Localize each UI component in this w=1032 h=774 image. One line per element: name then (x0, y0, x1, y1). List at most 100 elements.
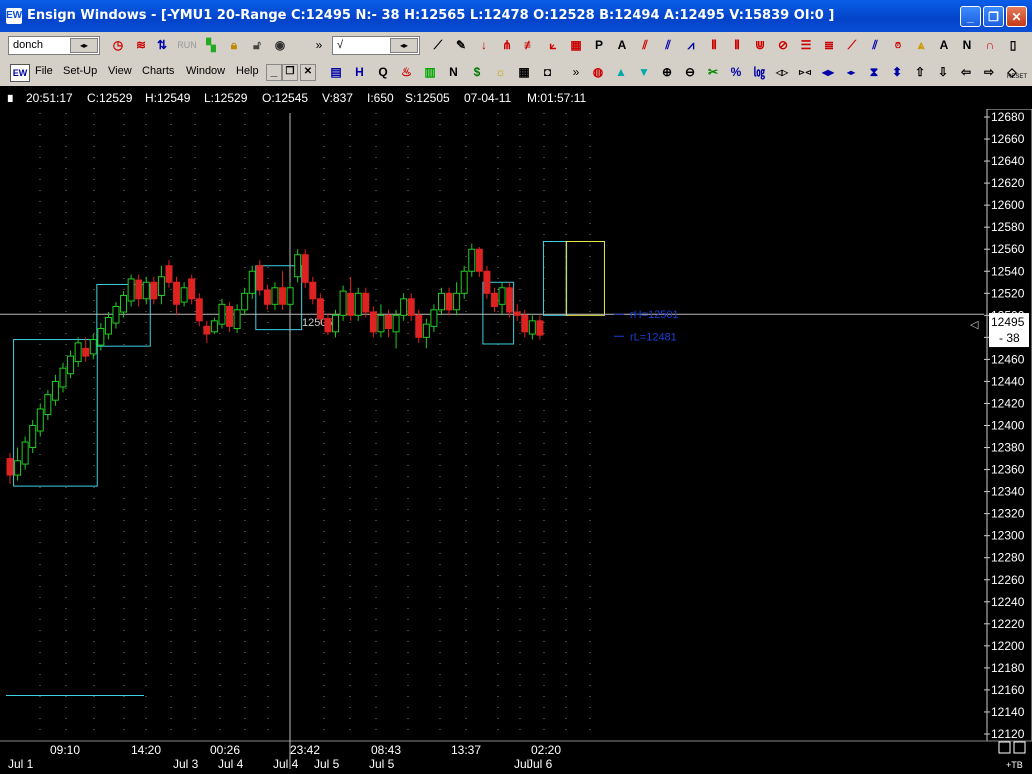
corner-box-icon-2[interactable] (1013, 741, 1026, 754)
down-triangle-icon-2[interactable]: ▼ (634, 63, 654, 82)
globe-icon[interactable]: ◉ (270, 36, 290, 55)
fire-icon-3[interactable]: ♨ (397, 63, 417, 82)
letter-q-icon-2[interactable]: Q (373, 63, 393, 82)
arrow-left-icon-16[interactable]: ⇦ (956, 63, 976, 82)
combo-arrows-icon[interactable]: ◂▸ (70, 38, 98, 53)
study-combo[interactable]: donch ◂▸ (8, 36, 100, 55)
zoom-in-icon-3[interactable]: ⊕ (657, 63, 677, 82)
restore-button[interactable]: ❐ (983, 6, 1004, 27)
price-chart[interactable]: 12680 12660 12640 12620 12600 12580 12560 12540… (0, 109, 1032, 774)
candle-body-67 (513, 311, 521, 316)
down-arrow-icon-2[interactable]: ↓ (474, 36, 494, 55)
stopwatch-icon[interactable]: ◷ (108, 36, 128, 55)
chart-canvas[interactable]: 12680 12660 12640 12620 12600 12580 12560 12540… (0, 109, 1032, 774)
cycle-icon-2-14[interactable]: ⋓ (750, 36, 770, 55)
fib-bars-icon-12[interactable]: ⦀ (704, 36, 724, 55)
candle-body-10 (82, 347, 90, 357)
log-icon-7[interactable]: ㏒ (749, 63, 769, 82)
arrow-right-icon-17[interactable]: ⇨ (979, 63, 999, 82)
fib-lines-icon-16[interactable]: ☰ (796, 36, 816, 55)
candle-body-0 (6, 458, 14, 476)
camera-icon-9[interactable]: ◘ (538, 63, 558, 82)
grid-icon-6[interactable]: ▦ (566, 36, 586, 55)
letter-p-icon-7[interactable]: P (589, 36, 609, 55)
chevron-right-icon-2[interactable]: » (566, 63, 586, 82)
cycle-icon-13[interactable]: ⦀ (727, 36, 747, 55)
channel-icon-9[interactable]: ⫽ (635, 36, 655, 55)
time-label-0: 09:10 (50, 743, 80, 757)
dollar-icon-6[interactable]: $ (467, 63, 487, 82)
document-icon[interactable]: EW (10, 64, 30, 82)
ring-icon-0[interactable]: ◍ (588, 63, 608, 82)
letter-h-icon-1[interactable]: H (350, 63, 370, 82)
waves-icon[interactable]: ≋ (131, 36, 151, 55)
menu-charts[interactable]: Charts (142, 65, 174, 77)
magnet-icon-24[interactable]: ∩ (980, 36, 1000, 55)
chart-icon-0[interactable]: ▤ (326, 63, 346, 82)
chevron-right-icon[interactable]: » (309, 36, 329, 55)
ellipse-icon-15[interactable]: ⊘ (773, 36, 793, 55)
letter-a-icon-8[interactable]: A (612, 36, 632, 55)
left-right-icon-10[interactable]: ◀▶ (818, 63, 838, 82)
zigzag-icon-11[interactable]: ⩘ (681, 36, 701, 55)
corner-box-icon[interactable] (998, 741, 1011, 754)
slash-icon-19[interactable]: ⫽ (865, 36, 885, 55)
menu-window[interactable]: Window (186, 65, 225, 77)
triangle-icon-21[interactable]: ⩓ (911, 36, 931, 55)
lock-icon[interactable]: 🔒︎ (224, 36, 244, 55)
pencil-icon-1[interactable]: ✎ (451, 36, 471, 55)
candle-body-5 (44, 394, 52, 415)
fib-icon-4[interactable]: ≢ (520, 36, 540, 55)
menu-setup[interactable]: Set-Up (63, 65, 97, 77)
y-tick-label-12320: 12320 (991, 507, 1025, 521)
up-down-icon-13[interactable]: ⬍ (887, 63, 907, 82)
alarm-icon-20[interactable]: ⏰︎ (888, 36, 908, 55)
percent-icon-6[interactable]: % (726, 63, 746, 82)
menu-view[interactable]: View (108, 65, 132, 77)
pen-icon-18[interactable]: ⟋ (842, 36, 862, 55)
scale-combo[interactable]: √ ◂▸ (332, 36, 420, 55)
letter-n-icon-23[interactable]: N (957, 36, 977, 55)
mdi-close-button[interactable]: ✕ (300, 64, 316, 81)
arrow-up-icon-14[interactable]: ⇧ (910, 63, 930, 82)
close-button[interactable]: ✕ (1006, 6, 1027, 27)
zoom-out-icon-4[interactable]: ⊖ (680, 63, 700, 82)
scroll-icon-25[interactable]: ▯ (1003, 36, 1023, 55)
tools-icon-5[interactable]: ✂ (703, 63, 723, 82)
fan-icon-3[interactable]: ⋔ (497, 36, 517, 55)
line-draw-icon-0[interactable]: ⟋ (428, 36, 448, 55)
y-tick-label-12580: 12580 (991, 220, 1025, 234)
compress-icon-11[interactable]: ◂▸ (841, 63, 861, 82)
candle-body-8 (67, 355, 75, 375)
levels-icon-17[interactable]: ≣ (819, 36, 839, 55)
y-tick-label-12680: 12680 (991, 110, 1025, 124)
letter-a-icon-22[interactable]: A (934, 36, 954, 55)
gann-icon-5[interactable]: ⟀ (543, 36, 563, 55)
candle-body-48 (369, 311, 377, 333)
menu-file[interactable]: File (35, 65, 53, 77)
time-label-4: 08:43 (371, 743, 401, 757)
sun-icon-7[interactable]: ☼ (491, 63, 511, 82)
parallel-icon-10[interactable]: ⫽ (658, 36, 678, 55)
candle-body-12 (97, 328, 105, 346)
mirror-icon-9[interactable]: ⊳⊲ (795, 63, 815, 82)
candle-body-47 (362, 292, 370, 313)
run-button[interactable]: RUN (176, 36, 198, 55)
mdi-minimize-button[interactable]: _ (266, 64, 282, 81)
app-icon[interactable]: EW (6, 8, 22, 24)
bar-arrows-icon[interactable]: ⇅ (152, 36, 172, 55)
letter-n-icon-5[interactable]: N (444, 63, 464, 82)
candle-body-66 (506, 287, 514, 313)
table-icon-8[interactable]: ▦ (514, 63, 534, 82)
hourglass-icon-12[interactable]: ⧗ (864, 63, 884, 82)
flip-icon-8[interactable]: ◁▷ (772, 63, 792, 82)
menu-help[interactable]: Help (236, 65, 259, 77)
arrow-down-icon-15[interactable]: ⇩ (933, 63, 953, 82)
combo-arrows-icon-2[interactable]: ◂▸ (390, 38, 418, 53)
up-triangle-icon-1[interactable]: ▲ (611, 63, 631, 82)
minimize-button[interactable]: _ (960, 6, 981, 27)
bars-icon-4[interactable]: ▥ (420, 63, 440, 82)
mdi-restore-button[interactable]: ❐ (282, 64, 298, 81)
lock-icon-2[interactable]: 🔓︎ (247, 36, 267, 55)
color-blocks-icon[interactable]: ▚ (201, 36, 221, 55)
